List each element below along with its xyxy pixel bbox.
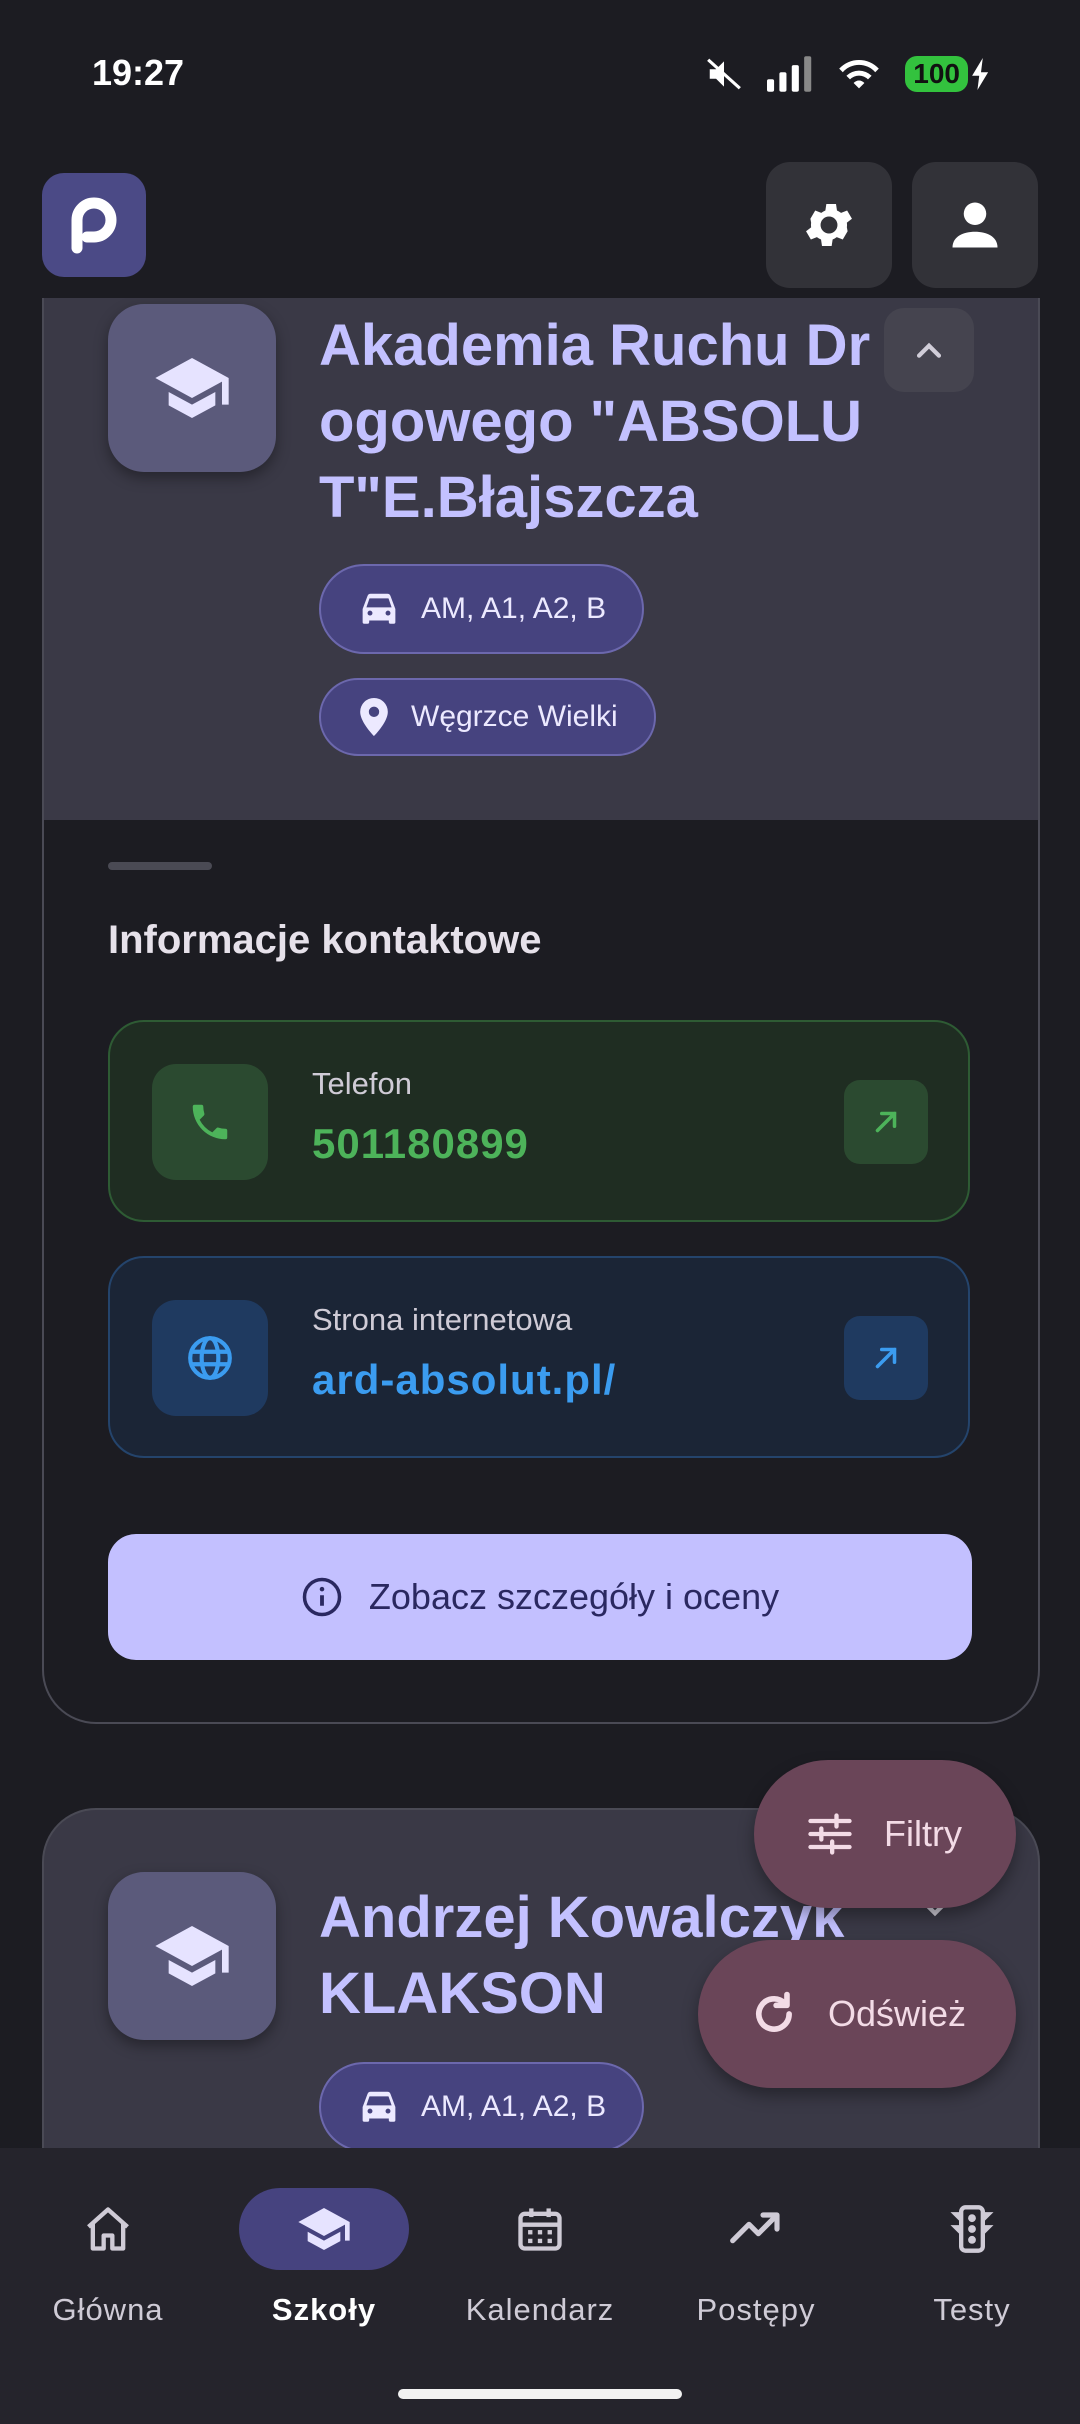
- status-icons: 100: [705, 55, 990, 93]
- gear-icon: [806, 203, 852, 247]
- nav-label: Kalendarz: [465, 2292, 615, 2327]
- phone-value: 501180899: [312, 1120, 529, 1167]
- school-avatar: [108, 304, 276, 472]
- car-icon: [362, 2091, 396, 2122]
- info-icon: [302, 1577, 342, 1617]
- app-logo[interactable]: [42, 173, 146, 277]
- charging-icon: [972, 58, 989, 90]
- filters-fab[interactable]: Filtry: [754, 1760, 1016, 1908]
- school-card-header[interactable]: Akademia Ruchu Drogowego "ABSOLUT"E.Błaj…: [44, 298, 1038, 820]
- nav-icon-container: [671, 2188, 841, 2270]
- nav-label: Główna: [52, 2292, 164, 2327]
- website-contact-card[interactable]: Strona internetowa ard-absolut.pl/: [108, 1256, 970, 1458]
- traffic-light-icon: [950, 2205, 994, 2253]
- nav-label: Testy: [933, 2292, 1011, 2327]
- school-icon: [155, 1926, 229, 1986]
- calendar-icon: [518, 2208, 562, 2251]
- website-value: ard-absolut.pl/: [312, 1356, 617, 1403]
- nav-label: Szkoły: [271, 2292, 377, 2327]
- phone-icon-box: [152, 1064, 268, 1180]
- home-icon: [87, 2207, 129, 2251]
- mute-icon: [707, 58, 742, 90]
- school-icon: [298, 2208, 350, 2250]
- globe-icon: [188, 1336, 232, 1380]
- person-icon: [952, 202, 998, 248]
- nav-item-postepy[interactable]: Postępy: [648, 2188, 864, 2328]
- nav-item-szkoly[interactable]: Szkoły: [216, 2188, 432, 2328]
- categories-text: AM, A1, A2, B: [421, 592, 607, 625]
- categories-text: AM, A1, A2, B: [421, 2090, 607, 2123]
- wifi-icon: [839, 59, 880, 89]
- website-label: Strona internetowa: [312, 1302, 573, 1337]
- chevron-up-icon: [916, 342, 942, 358]
- location-chip: Węgrzce Wielki: [319, 678, 656, 756]
- refresh-label: Odśwież: [827, 1993, 966, 2034]
- school-avatar: [108, 1872, 276, 2040]
- phone-icon: [192, 1104, 228, 1140]
- nav-label: Postępy: [696, 2292, 816, 2327]
- nav-item-glowna[interactable]: Główna: [0, 2188, 216, 2328]
- arrow-up-right-icon: [875, 1347, 897, 1369]
- nav-icon-container: [23, 2188, 193, 2270]
- tune-icon: [808, 1813, 852, 1855]
- nav-icon-container: [887, 2188, 1057, 2270]
- website-open-button[interactable]: [844, 1316, 928, 1400]
- filters-label: Filtry: [884, 1813, 962, 1854]
- car-icon: [362, 593, 396, 624]
- nav-item-testy[interactable]: Testy: [864, 2188, 1080, 2328]
- drag-handle: [108, 862, 212, 870]
- details-button-label: Zobacz szczegóły i oceny: [368, 1576, 780, 1617]
- nav-icon-container: [239, 2188, 409, 2270]
- nav-item-kalendarz[interactable]: Kalendarz: [432, 2188, 648, 2328]
- trending-up-icon: [730, 2212, 780, 2244]
- settings-button[interactable]: [766, 162, 892, 288]
- phone-contact-card[interactable]: Telefon 501180899: [108, 1020, 970, 1222]
- contact-section-title: Informacje kontaktowe: [108, 918, 542, 962]
- phone-label: Telefon: [312, 1066, 412, 1101]
- collapse-button[interactable]: [884, 308, 974, 392]
- bottom-navigation: Główna Szkoły Kalendarz Postępy Testy: [0, 2148, 1080, 2424]
- categories-chip: AM, A1, A2, B: [319, 2062, 645, 2150]
- location-pin-icon: [360, 698, 388, 736]
- location-text: Węgrzce Wielki: [411, 700, 618, 733]
- arrow-up-right-icon: [875, 1111, 897, 1133]
- nav-icon-container: [455, 2188, 625, 2270]
- battery-level: 100: [905, 56, 968, 92]
- p-logo-icon: [71, 197, 117, 254]
- school-name: Akademia Ruchu Drogowego "ABSOLUT"E.Błaj…: [319, 313, 871, 530]
- details-button[interactable]: Zobacz szczegóły i oceny: [108, 1534, 972, 1660]
- signal-icon: [767, 56, 812, 92]
- school-card-1: Akademia Ruchu Drogowego "ABSOLUT"E.Błaj…: [42, 298, 1040, 1724]
- profile-button[interactable]: [912, 162, 1038, 288]
- refresh-fab[interactable]: Odśwież: [698, 1940, 1016, 2088]
- globe-icon-box: [152, 1300, 268, 1416]
- home-indicator: [398, 2389, 682, 2399]
- phone-open-button[interactable]: [844, 1080, 928, 1164]
- categories-chip: AM, A1, A2, B: [319, 564, 645, 654]
- refresh-icon: [756, 1991, 792, 2032]
- school-icon: [155, 358, 229, 418]
- status-time: 19:27: [92, 52, 185, 93]
